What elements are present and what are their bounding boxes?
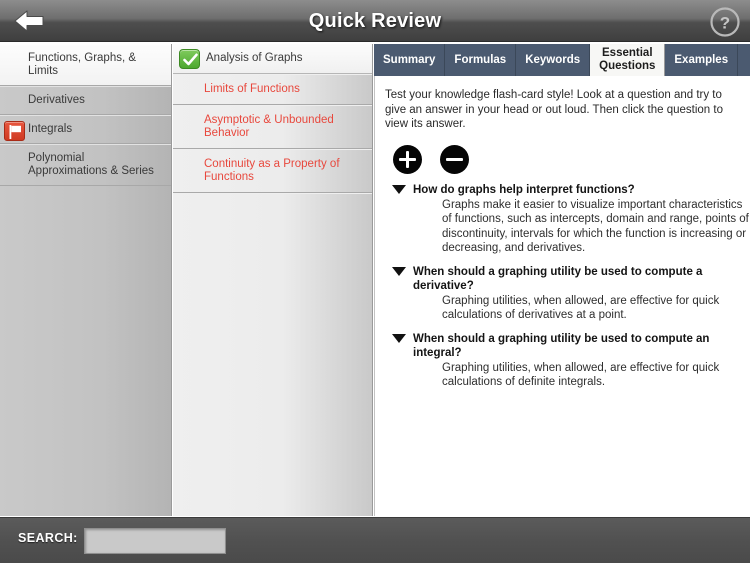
minus-icon-bar <box>446 157 464 161</box>
answer-text: Graphs make it easier to visualize impor… <box>442 198 749 255</box>
chevron-down-icon[interactable] <box>392 184 406 194</box>
tab-label-line2: Questions <box>599 60 656 72</box>
question-text[interactable]: When should a graphing utility be used t… <box>413 265 746 293</box>
sidebar-item-label: Polynomial Approximations & Series <box>28 152 154 177</box>
page-title: Quick Review <box>308 10 442 32</box>
tab-bar: Summary Formulas Keywords Essential Ques… <box>374 44 750 76</box>
sidebar-item-integrals[interactable]: Integrals <box>0 115 171 144</box>
expand-collapse-controls <box>393 144 746 174</box>
question-item: How do graphs help interpret functions? … <box>385 183 749 256</box>
sidebar-item-label: Functions, Graphs, & Limits <box>28 52 137 77</box>
subtopic-column-filler <box>173 193 372 194</box>
question-mark-help-icon[interactable]: ? <box>708 5 742 39</box>
tab-label: Formulas <box>454 54 507 66</box>
subtopic-item-continuity-as-a-property-of-functions[interactable]: Continuity as a Property of Functions <box>173 149 372 193</box>
subtopic-column: Analysis of Graphs Limits of Functions A… <box>173 44 373 516</box>
chevron-down-icon[interactable] <box>392 266 406 276</box>
subtopic-header-analysis-of-graphs[interactable]: Analysis of Graphs <box>173 44 372 74</box>
search-bar: SEARCH: <box>0 517 750 563</box>
subtopic-item-label: Continuity as a Property of Functions <box>204 158 340 183</box>
subtopic-item-limits-of-functions[interactable]: Limits of Functions <box>173 74 372 105</box>
tab-label: Keywords <box>525 54 581 66</box>
collapse-all-button[interactable] <box>440 144 470 174</box>
sidebar-item-label: Derivatives <box>28 94 85 106</box>
question-item: When should a graphing utility be used t… <box>385 265 746 323</box>
essential-questions-panel: Test your knowledge flash-card style! Lo… <box>374 76 750 516</box>
red-flag-icon <box>4 121 25 141</box>
green-check-icon <box>179 49 200 69</box>
sidebar-item-functions-graphs-limits[interactable]: Functions, Graphs, & Limits <box>0 44 171 86</box>
check-glyph <box>183 53 198 66</box>
tab-summary[interactable]: Summary <box>374 44 446 76</box>
subtopic-item-label: Asymptotic & Unbounded Behavior <box>204 114 334 139</box>
tab-label-line1: Essential <box>602 47 653 59</box>
subtopic-header-label: Analysis of Graphs <box>206 52 303 64</box>
sidebar-item-derivatives[interactable]: Derivatives <box>0 86 171 115</box>
top-bar: Quick Review ? <box>0 0 750 42</box>
subtopic-item-asymptotic-unbounded-behavior[interactable]: Asymptotic & Unbounded Behavior <box>173 105 372 149</box>
topic-column: Functions, Graphs, & Limits Derivatives … <box>0 44 172 516</box>
tab-examples[interactable]: Examples <box>665 44 739 76</box>
tab-label: Summary <box>383 54 436 66</box>
chevron-down-icon[interactable] <box>392 333 406 343</box>
quick-review-app: Quick Review ? Functions, Graphs, & Limi… <box>0 0 750 563</box>
tab-essential-questions[interactable]: Essential Questions <box>590 44 666 76</box>
tab-label: Examples <box>674 54 729 66</box>
search-input[interactable] <box>84 528 226 554</box>
subtopic-item-label: Limits of Functions <box>204 83 300 95</box>
svg-text:?: ? <box>720 14 730 33</box>
question-item: When should a graphing utility be used t… <box>385 332 746 390</box>
question-text[interactable]: When should a graphing utility be used t… <box>413 332 746 360</box>
search-label: SEARCH: <box>18 531 78 545</box>
sidebar-item-polynomial-approximations-series[interactable]: Polynomial Approximations & Series <box>0 144 171 186</box>
help-glyph: ? <box>710 7 740 37</box>
plus-icon-vertical-bar <box>405 150 410 168</box>
sidebar-item-label: Integrals <box>28 123 73 135</box>
intro-text: Test your knowledge flash-card style! Lo… <box>385 89 723 130</box>
question-text[interactable]: How do graphs help interpret functions? <box>413 183 746 197</box>
tab-keywords[interactable]: Keywords <box>516 44 591 76</box>
expand-all-button[interactable] <box>393 144 422 174</box>
tab-formulas[interactable]: Formulas <box>445 44 517 76</box>
flag-glyph <box>9 125 21 139</box>
answer-text: Graphing utilities, when allowed, are ef… <box>442 361 720 389</box>
answer-text: Graphing utilities, when allowed, are ef… <box>442 294 720 322</box>
